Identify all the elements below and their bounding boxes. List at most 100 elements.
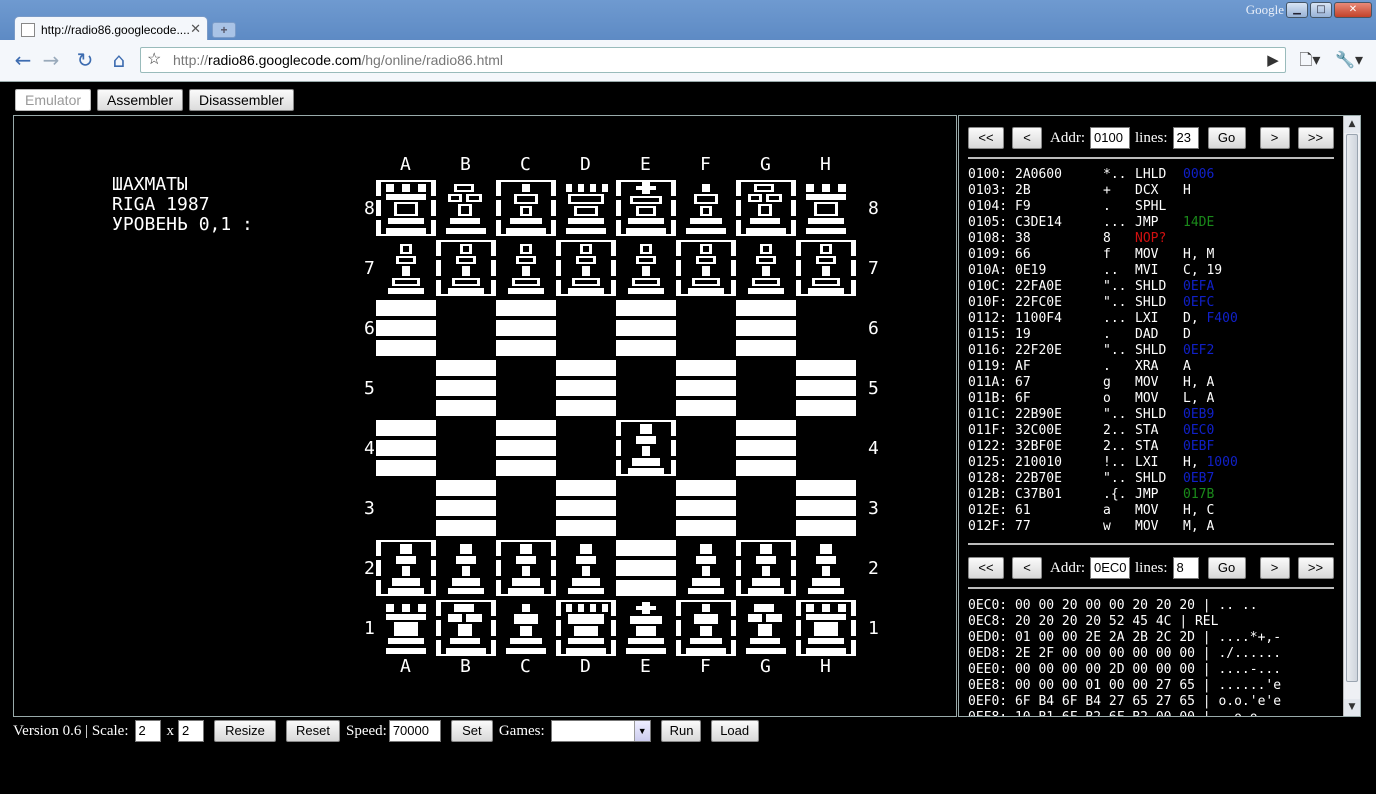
disasm-address-link[interactable]: 0EFA [1183, 279, 1214, 294]
dump-addr-input[interactable]: 0EC0 [1090, 557, 1130, 579]
reset-button[interactable]: Reset [286, 720, 340, 742]
url-prefix: http:// [173, 52, 209, 68]
disasm-address-link[interactable]: 14DE [1183, 215, 1214, 230]
disasm-row: 011B: 6F o MOV L, A [968, 391, 1238, 407]
scrollbar[interactable]: ▲ ▼ [1343, 116, 1360, 716]
disasm-operand: D [1183, 327, 1191, 342]
maximize-window-button[interactable]: □ [1310, 2, 1332, 18]
dump-next-button[interactable]: > [1259, 557, 1290, 579]
load-button[interactable]: Load [710, 720, 759, 742]
disasm-last-button[interactable]: >> [1297, 127, 1334, 149]
disasm-chars: ".. [1103, 295, 1127, 310]
disasm-mnem: XRA [1135, 359, 1159, 374]
run-button[interactable]: Run [660, 720, 701, 742]
disasm-addr-input[interactable]: 0100 [1090, 127, 1130, 149]
disasm-address-link[interactable]: 0EF2 [1183, 343, 1214, 358]
page-menu-icon[interactable]: 🗋▾ [1294, 47, 1326, 73]
disasm-first-button[interactable]: << [968, 127, 1004, 149]
disasm-prev-button[interactable]: < [1012, 127, 1042, 149]
board-square [376, 300, 436, 356]
dump-first-button[interactable]: << [968, 557, 1004, 579]
speed-input[interactable]: 70000 [388, 720, 441, 742]
disasm-bytes: 19 [1015, 327, 1031, 342]
disasm-address-link[interactable]: 0EBF [1183, 439, 1214, 454]
scale-x-input[interactable]: 2 [134, 720, 161, 742]
disasm-go-button[interactable]: Go [1207, 127, 1246, 149]
disasm-chars: 2.. [1103, 423, 1127, 438]
emulator-screen[interactable]: ШАХМАТЫ RIGA 1987 УРОВЕНЬ 0,1 : A A B B C C D D E E… [13, 115, 957, 717]
tab-assembler[interactable]: Assembler [97, 89, 184, 111]
file-label: H [820, 656, 831, 677]
screen-title-line: RIGA 1987 [112, 194, 210, 215]
reload-icon[interactable]: ↻ [72, 47, 98, 73]
disasm-address-link[interactable]: F400 [1206, 311, 1237, 326]
chess-piece [561, 542, 611, 594]
tab-emulator[interactable]: Emulator [15, 89, 92, 111]
close-tab-icon[interactable]: ✕ [190, 21, 201, 37]
board-square [376, 420, 436, 476]
disasm-address-link[interactable]: 017B [1183, 487, 1214, 502]
board-square [616, 540, 676, 596]
bookmark-star-icon[interactable]: ☆ [147, 48, 161, 72]
go-arrow-icon[interactable]: ▶ [1260, 47, 1286, 73]
disasm-lines-input[interactable]: 23 [1172, 127, 1199, 149]
disasm-bytes: 77 [1015, 519, 1031, 534]
disasm-address-link[interactable]: 0EC0 [1183, 423, 1214, 438]
rank-label: 7 [868, 258, 879, 279]
disasm-chars: . [1103, 359, 1111, 374]
dump-last-button[interactable]: >> [1297, 557, 1334, 579]
new-tab-button[interactable]: + [212, 22, 236, 38]
minimize-window-button[interactable]: ▁ [1286, 2, 1308, 18]
disasm-chars: ".. [1103, 407, 1127, 422]
version-label: Version 0.6 | [13, 722, 92, 739]
disasm-addr: 0112: [968, 311, 1008, 326]
forward-arrow-icon[interactable]: → [38, 47, 64, 73]
home-icon[interactable]: ⌂ [106, 47, 132, 73]
disasm-chars: ".. [1103, 279, 1127, 294]
scroll-down-icon[interactable]: ▼ [1344, 699, 1360, 716]
rank-label: 2 [868, 558, 879, 579]
chess-piece [621, 242, 671, 294]
dump-prev-button[interactable]: < [1012, 557, 1042, 579]
scroll-thumb[interactable] [1346, 134, 1358, 682]
browser-tab[interactable]: http://radio86.googlecode.... ✕ [14, 16, 208, 42]
dump-lines-input[interactable]: 8 [1172, 557, 1199, 579]
dump-go-button[interactable]: Go [1207, 557, 1246, 579]
close-window-button[interactable]: ✕ [1334, 2, 1372, 18]
chess-piece [621, 602, 671, 654]
address-bar[interactable]: ☆ http://radio86.googlecode.com/hg/onlin… [140, 47, 1286, 73]
disasm-addr: 011F: [968, 423, 1008, 438]
set-speed-button[interactable]: Set [450, 720, 493, 742]
games-select[interactable]: CHESS ▼ [550, 720, 651, 757]
rank-label: 7 [364, 258, 375, 279]
rank-label: 3 [364, 498, 375, 519]
back-arrow-icon[interactable]: ← [10, 47, 36, 73]
rank-label: 5 [364, 378, 375, 399]
resize-button[interactable]: Resize [214, 720, 276, 742]
disasm-address-link[interactable]: 0EB9 [1183, 407, 1214, 422]
wrench-menu-icon[interactable]: 🔧▾ [1332, 47, 1366, 73]
disasm-next-button[interactable]: > [1259, 127, 1290, 149]
disasm-bytes: 0E19 [1015, 263, 1047, 278]
tab-strip: http://radio86.googlecode.... ✕ + Google… [0, 0, 1376, 42]
scale-y-input[interactable]: 2 [178, 720, 204, 742]
disasm-chars: . [1103, 199, 1111, 214]
dump-row: 0EE0: 00 00 00 00 2D 00 00 00 | ....-... [968, 662, 1282, 677]
disasm-address-link[interactable]: 0EB7 [1183, 471, 1214, 486]
disasm-mnem: JMP [1135, 487, 1159, 502]
rank-label: 2 [364, 558, 375, 579]
file-label: F [700, 656, 711, 677]
scroll-up-icon[interactable]: ▲ [1344, 116, 1360, 133]
disasm-address-link[interactable]: 1000 [1206, 455, 1237, 470]
tab-disassembler[interactable]: Disassembler [189, 89, 294, 111]
disasm-addr: 0122: [968, 439, 1008, 454]
disasm-row: 0105: C3DE14... JMP 14DE [968, 215, 1238, 231]
disasm-address-link[interactable]: 0EFC [1183, 295, 1214, 310]
file-label: D [580, 656, 591, 677]
disasm-address-link[interactable]: 0006 [1183, 167, 1214, 182]
disasm-bytes: F9 [1015, 199, 1031, 214]
rank-label: 4 [364, 438, 375, 459]
file-label: A [400, 656, 411, 677]
chevron-down-icon[interactable]: ▼ [633, 721, 650, 741]
disasm-bytes: 2A0600 [1015, 167, 1062, 182]
